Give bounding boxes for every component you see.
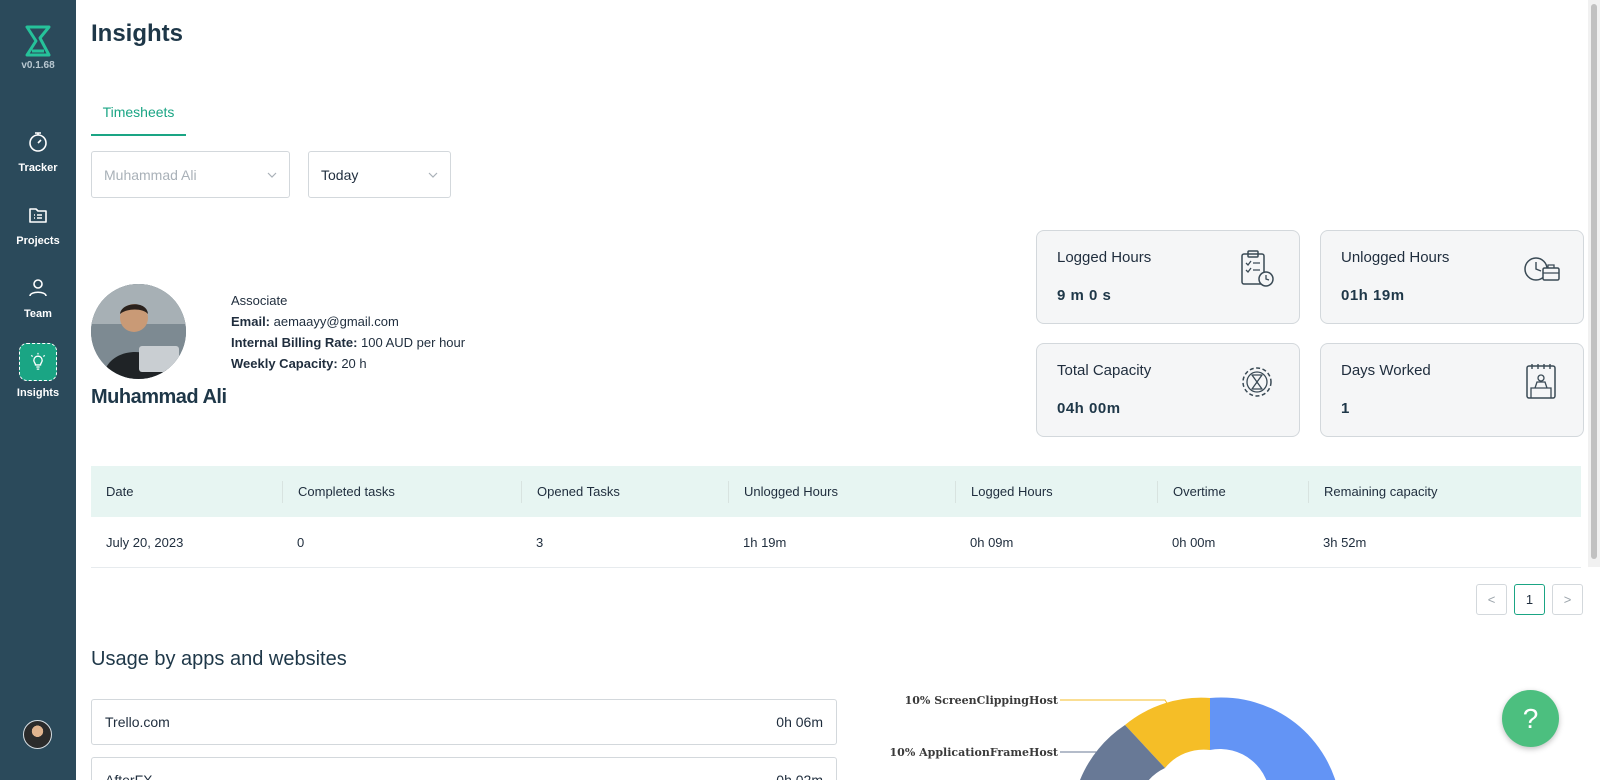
page-title: Insights xyxy=(91,20,184,47)
app-logo[interactable]: v0.1.68 xyxy=(0,24,76,71)
user-avatar[interactable] xyxy=(23,720,52,749)
stat-value: 01h 19m xyxy=(1341,287,1405,304)
hourglass-logo-icon xyxy=(25,25,51,57)
help-button[interactable]: ? xyxy=(1502,690,1559,747)
usage-donut-chart: 10% ScreenClippingHost 10% ApplicationFr… xyxy=(890,694,1340,780)
user-select[interactable]: Muhammad Ali xyxy=(91,151,290,198)
pie-label-line xyxy=(1060,699,1171,709)
usage-app-time: 0h 02m xyxy=(776,772,823,780)
stat-value: 1 xyxy=(1341,400,1350,417)
pie-slice-blue[interactable] xyxy=(1210,697,1340,780)
usage-app-name: Trello.com xyxy=(105,714,170,730)
table-cell-overtime: 0h 00m xyxy=(1172,534,1216,550)
user-icon xyxy=(29,279,47,297)
sidebar-item-projects[interactable]: Projects xyxy=(0,203,76,247)
table-cell-logged-hours: 0h 09m xyxy=(970,534,1014,550)
period-select[interactable]: Today xyxy=(308,151,451,198)
app-version: v0.1.68 xyxy=(21,60,55,71)
usage-list-item[interactable]: Trello.com 0h 06m xyxy=(91,699,837,745)
profile-info: Associate Email: aemaayy@gmail.com Inter… xyxy=(231,290,465,374)
timesheet-table: Date Completed tasks Opened Tasks Unlogg… xyxy=(91,466,1581,568)
sidebar-item-label: Tracker xyxy=(18,162,58,174)
capacity-label: Weekly Capacity: xyxy=(231,356,338,371)
stopwatch-icon xyxy=(29,132,47,152)
sidebar: v0.1.68 Tracker Projects Team Insights xyxy=(0,0,76,780)
sidebar-item-insights[interactable]: Insights xyxy=(0,343,76,399)
pagination-page-1[interactable]: 1 xyxy=(1514,584,1545,615)
sidebar-item-label: Insights xyxy=(16,387,60,399)
column-header-date[interactable]: Date xyxy=(91,481,282,503)
pagination-prev-button[interactable]: < xyxy=(1476,584,1507,615)
usage-list-item[interactable]: AfterFX 0h 02m xyxy=(91,757,837,780)
usage-app-time: 0h 06m xyxy=(776,714,823,730)
profile-rate-row: Internal Billing Rate: 100 AUD per hour xyxy=(231,332,465,353)
column-header-remaining-capacity[interactable]: Remaining capacity xyxy=(1308,480,1581,503)
column-header-unlogged-hours[interactable]: Unlogged Hours xyxy=(728,480,955,503)
table-cell-opened-tasks: 3 xyxy=(536,534,544,550)
rate-label: Internal Billing Rate: xyxy=(231,335,358,350)
stat-value: 04h 00m xyxy=(1057,400,1121,417)
pagination-next-button[interactable]: > xyxy=(1552,584,1583,615)
lightbulb-icon xyxy=(30,352,46,370)
email-label: Email: xyxy=(231,314,271,329)
profile-email-row: Email: aemaayy@gmail.com xyxy=(231,311,465,332)
sidebar-item-label: Projects xyxy=(16,235,60,247)
profile-capacity: 20 h xyxy=(341,356,367,371)
chevron-down-icon xyxy=(428,172,438,178)
table-cell-unlogged-hours: 1h 19m xyxy=(743,534,787,550)
table-cell-remaining-capacity: 3h 52m xyxy=(1323,534,1367,550)
pie-label-screenclippinghost: 10% ScreenClippingHost xyxy=(905,694,1059,707)
column-header-logged-hours[interactable]: Logged Hours xyxy=(955,480,1157,503)
pie-label-applicationframehost: 10% ApplicationFrameHost xyxy=(890,746,1059,759)
column-header-opened-tasks[interactable]: Opened Tasks xyxy=(521,480,728,503)
sidebar-item-tracker[interactable]: Tracker xyxy=(0,130,76,174)
stat-card-unlogged-hours: Unlogged Hours 01h 19m xyxy=(1320,230,1584,324)
profile-avatar xyxy=(91,284,186,379)
profile-name: Muhammad Ali xyxy=(91,386,227,408)
column-header-overtime[interactable]: Overtime xyxy=(1157,480,1308,503)
column-header-completed-tasks[interactable]: Completed tasks xyxy=(282,480,521,503)
usage-section-title: Usage by apps and websites xyxy=(91,648,347,670)
stat-card-logged-hours: Logged Hours 9 m 0 s xyxy=(1036,230,1300,324)
stat-value: 9 m 0 s xyxy=(1057,287,1112,304)
folder-icon xyxy=(29,208,47,223)
usage-app-name: AfterFX xyxy=(105,772,153,780)
clock-briefcase-icon xyxy=(1524,257,1560,281)
profile-rate: 100 AUD per hour xyxy=(361,335,466,350)
calendar-desk-icon xyxy=(1526,364,1556,399)
table-row[interactable]: July 20, 2023 0 3 1h 19m 0h 09m 0h 00m 3… xyxy=(91,517,1581,568)
table-header: Date Completed tasks Opened Tasks Unlogg… xyxy=(91,466,1581,517)
sidebar-item-team[interactable]: Team xyxy=(0,276,76,320)
sidebar-item-label: Team xyxy=(24,308,52,320)
scrollbar-thumb[interactable] xyxy=(1591,4,1597,559)
table-cell-completed-tasks: 0 xyxy=(297,534,305,550)
table-cell-date: July 20, 2023 xyxy=(106,534,184,550)
stat-card-days-worked: Days Worked 1 xyxy=(1320,343,1584,437)
user-select-value: Muhammad Ali xyxy=(104,166,197,183)
stat-card-total-capacity: Total Capacity 04h 00m xyxy=(1036,343,1300,437)
hourglass-gear-icon xyxy=(1242,367,1272,397)
clipboard-clock-icon xyxy=(1241,250,1274,287)
profile-role: Associate xyxy=(231,293,288,308)
insights-icon-box xyxy=(19,343,57,381)
page-scrollbar[interactable] xyxy=(1588,0,1600,567)
profile-email: aemaayy@gmail.com xyxy=(273,314,399,329)
tab-timesheets[interactable]: Timesheets xyxy=(91,100,186,136)
period-select-value: Today xyxy=(321,166,359,183)
profile-capacity-row: Weekly Capacity: 20 h xyxy=(231,353,465,374)
profile-photo xyxy=(91,284,186,379)
chevron-down-icon xyxy=(267,172,277,178)
